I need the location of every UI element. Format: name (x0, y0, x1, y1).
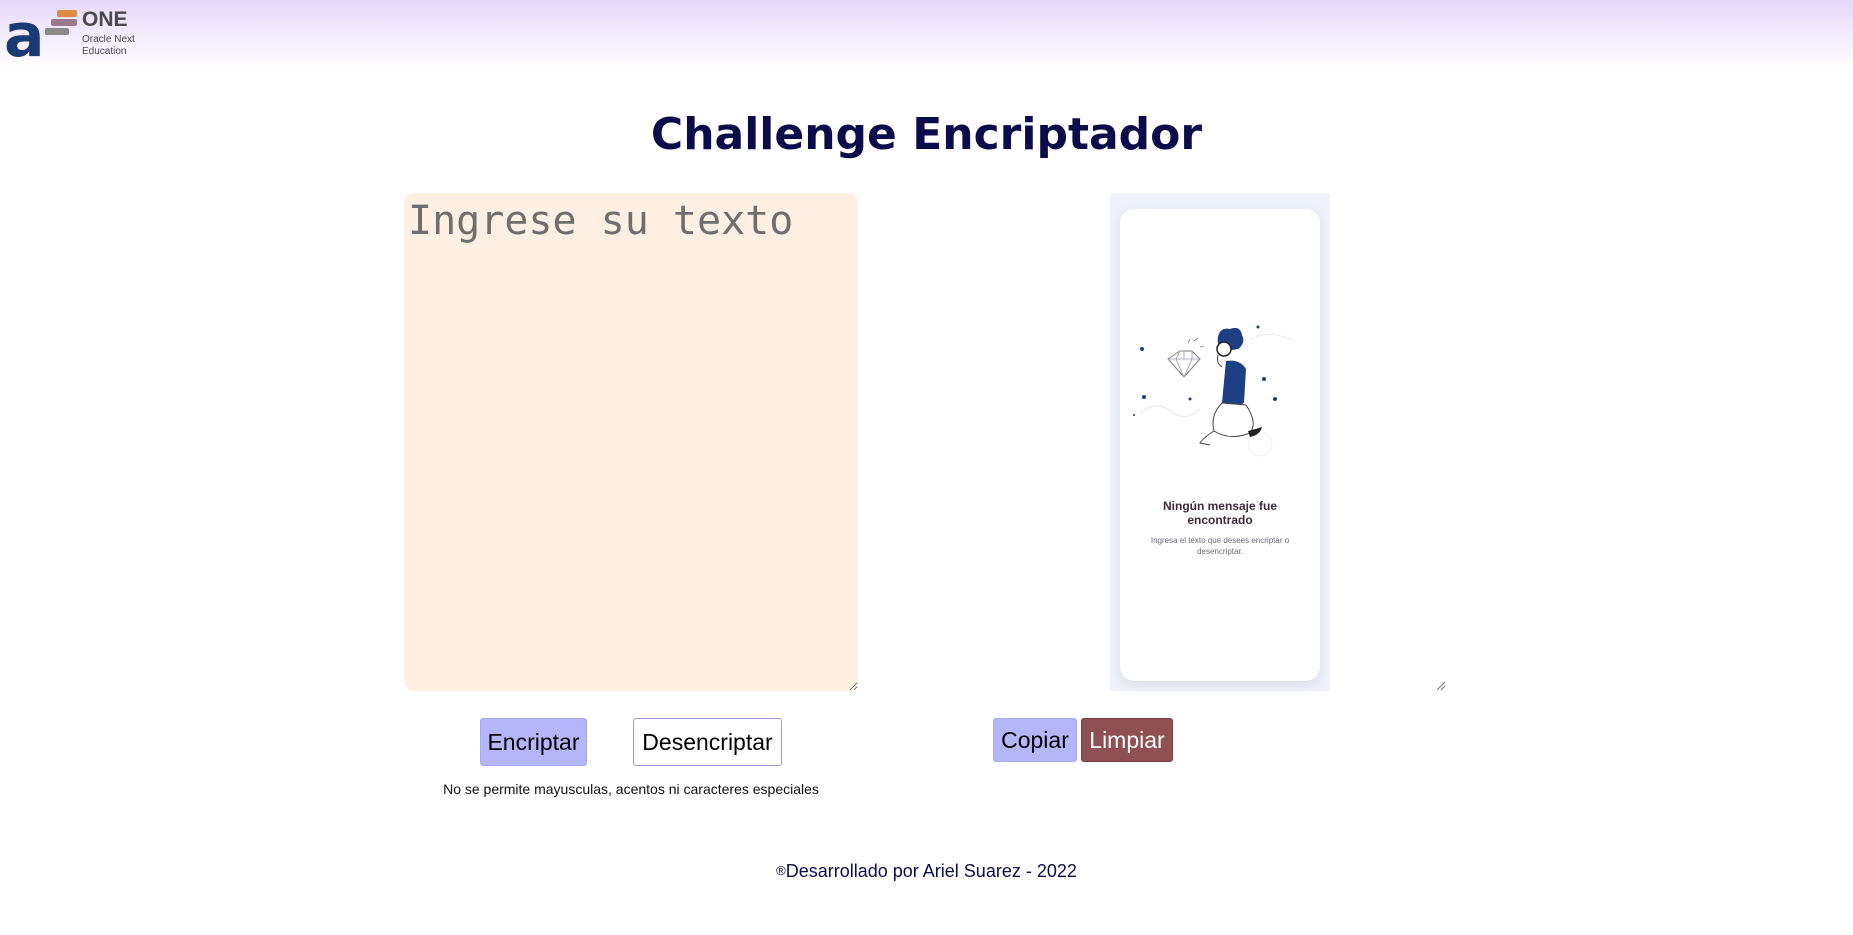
person-magnifier-illustration (1133, 325, 1296, 457)
copy-button[interactable]: Copiar (993, 718, 1077, 762)
footer: ®Desarrollado por Ariel Suarez - 2022 (0, 860, 1853, 882)
empty-state-title: Ningún mensaje fue encontrado (1162, 499, 1278, 527)
header-bar: a ONE Oracle Next Education (0, 0, 1853, 70)
output-panel: Ningún mensaje fue encontrado Ingresa el… (1110, 193, 1330, 691)
alura-one-logo[interactable]: a ONE Oracle Next Education (4, 1, 144, 71)
input-restriction-note: No se permite mayusculas, acentos ni car… (443, 781, 819, 797)
decrypt-button[interactable]: Desencriptar (633, 718, 782, 766)
page-title: Challenge Encriptador (650, 109, 1203, 160)
encrypt-button[interactable]: Encriptar (480, 718, 587, 766)
registered-mark: ® (776, 863, 786, 878)
clear-button[interactable]: Limpiar (1081, 718, 1173, 762)
empty-state-text: Ingresa el texto que desees encriptar o … (1150, 536, 1290, 556)
alura-logo-letter: a (4, 1, 45, 71)
text-input[interactable] (404, 193, 858, 691)
logo-brand: ONE (82, 8, 128, 31)
one-bricks-icon (45, 10, 77, 40)
resize-handle-icon[interactable] (1434, 679, 1446, 691)
footer-text: Desarrollado por Ariel Suarez - 2022 (785, 861, 1077, 881)
empty-state-card: Ningún mensaje fue encontrado Ingresa el… (1120, 209, 1320, 681)
logo-subtitle: Oracle Next Education (82, 34, 135, 57)
